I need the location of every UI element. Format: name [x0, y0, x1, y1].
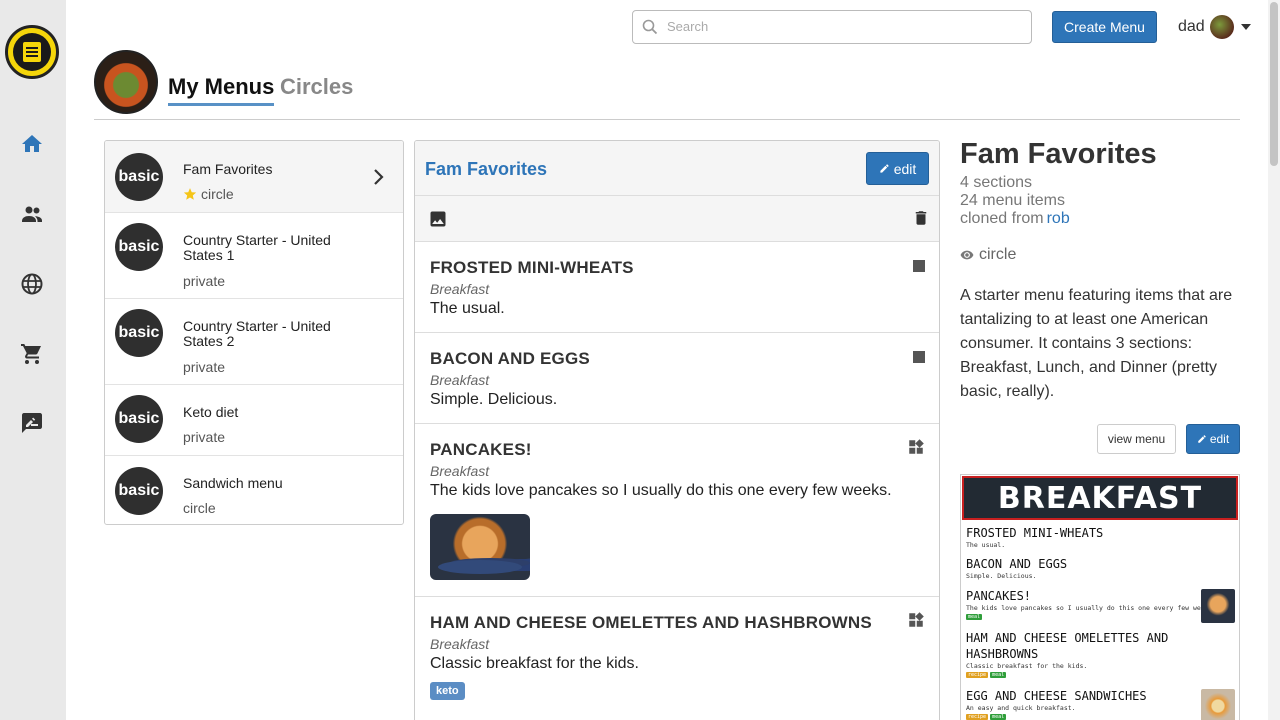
item-name: FROSTED MINI-WHEATS [430, 258, 634, 277]
item-name: PANCAKES! [430, 440, 532, 459]
menu-badge: basic [115, 395, 163, 443]
caret-down-icon [1240, 24, 1251, 30]
item-description: Simple. Delicious. [430, 391, 558, 408]
menu-visibility: private [183, 429, 226, 445]
menu-visibility: private [183, 273, 226, 289]
menu-visibility: circle [183, 186, 234, 202]
item-section: Breakfast [430, 463, 490, 479]
tab-my-menus[interactable]: My Menus [168, 74, 275, 106]
preview-item: EGG AND CHEESE SANDWICHES An easy and qu… [966, 689, 1147, 720]
menu-name: Fam Favorites [183, 161, 273, 177]
menu-name: Country Starter - United States 2 [183, 318, 331, 349]
people-icon[interactable] [18, 200, 46, 228]
menu-logo-icon[interactable] [5, 25, 59, 79]
menu-item[interactable]: PANCAKES! Breakfast The kids love pancak… [415, 424, 939, 597]
widgets-icon[interactable] [907, 611, 925, 634]
menu-badge: basic [115, 467, 163, 515]
menu-badge: basic [115, 153, 163, 201]
menu-badge: basic [115, 309, 163, 357]
page-scrollbar[interactable] [1268, 0, 1280, 720]
menu-item[interactable]: FROSTED MINI-WHEATS Breakfast The usual. [415, 242, 939, 333]
menu-name: Country Starter - United States 1 [183, 232, 331, 263]
menu-list: basic Fam Favorites circle basic Country… [104, 140, 404, 525]
preview-item: HAM AND CHEESE OMELETTES AND HASHBROWNS … [966, 631, 1169, 678]
rate-review-icon[interactable] [18, 409, 46, 437]
pencil-icon [1198, 435, 1206, 443]
item-section: Breakfast [430, 281, 490, 297]
menu-name: Sandwich menu [183, 475, 283, 491]
user-avatar [1209, 15, 1234, 39]
widgets-icon[interactable] [907, 438, 925, 461]
square-icon[interactable] [913, 259, 925, 277]
item-description: Classic breakfast for the kids. [430, 655, 639, 672]
visibility-status: circle [960, 246, 1016, 264]
eye-icon [960, 250, 974, 260]
user-menu[interactable]: dad [1178, 14, 1251, 40]
item-section: Breakfast [430, 372, 490, 388]
search-input[interactable] [667, 19, 1017, 34]
menu-list-item[interactable]: basic Country Starter - United States 1 … [105, 213, 403, 299]
preview-item: PANCAKES! The kids love pancakes so I us… [966, 589, 1217, 620]
menu-list-item[interactable]: basic Keto diet private [105, 385, 403, 456]
menu-preview[interactable]: BREAKFAST FROSTED MINI-WHEATS The usual.… [960, 474, 1240, 720]
item-section: Breakfast [430, 636, 490, 652]
menu-description: A starter menu featuring items that are … [960, 287, 1233, 400]
editor-toolbar [415, 196, 939, 242]
globe-icon[interactable] [18, 270, 46, 298]
square-icon[interactable] [913, 350, 925, 368]
image-icon[interactable] [428, 209, 448, 234]
item-description: The kids love pancakes so I usually do t… [430, 482, 892, 499]
edit-button[interactable]: edit [866, 152, 929, 185]
search-box[interactable] [632, 10, 1032, 44]
star-icon [183, 188, 197, 200]
item-name: HAM AND CHEESE OMELETTES AND HASHBROWNS [430, 613, 872, 632]
preview-sandwich-photo [1201, 689, 1235, 720]
editor-title[interactable]: Fam Favorites [425, 159, 547, 180]
preview-pancakes-photo [1201, 589, 1235, 623]
search-icon [642, 19, 658, 40]
menu-visibility: private [183, 359, 226, 375]
cloned-from: cloned from rob [960, 210, 1070, 227]
menu-item[interactable]: BACON AND EGGS Breakfast Simple. Delicio… [415, 333, 939, 424]
tag-keto: keto [430, 682, 465, 700]
menu-editor-panel: Fam Favorites edit FROSTED MINI-WHEATS B… [414, 140, 940, 720]
sections-count: 4 sections [960, 174, 1033, 191]
cloned-user-link[interactable]: rob [1047, 210, 1070, 227]
items-count: 24 menu items [960, 192, 1065, 209]
header-divider [94, 119, 1240, 120]
sidebar [0, 0, 66, 720]
trash-icon[interactable] [912, 208, 930, 233]
editor-header: Fam Favorites edit [415, 141, 939, 196]
menu-item[interactable]: HAM AND CHEESE OMELETTES AND HASHBROWNS … [415, 597, 939, 720]
menu-list-item[interactable]: basic Sandwich menu circle [105, 456, 403, 524]
details-title: Fam Favorites [960, 138, 1157, 170]
preview-item: FROSTED MINI-WHEATS The usual. [966, 526, 1104, 549]
preview-item: BACON AND EGGS Simple. Delicious. [966, 557, 1068, 580]
preview-banner: BREAKFAST [962, 476, 1238, 520]
profile-avatar [94, 50, 158, 114]
pencil-icon [880, 164, 889, 173]
menu-name: Keto diet [183, 404, 239, 420]
user-name: dad [1178, 18, 1205, 35]
preview-tag: meal [966, 614, 983, 620]
tab-circles[interactable]: Circles [280, 74, 353, 100]
cart-icon[interactable] [18, 340, 46, 368]
preview-tag: meal [990, 672, 1007, 678]
item-name: BACON AND EGGS [430, 349, 590, 368]
preview-tag: recipe [966, 714, 989, 720]
menu-list-item[interactable]: basic Fam Favorites circle [105, 141, 403, 213]
view-menu-button[interactable]: view menu [1097, 424, 1176, 454]
pancakes-photo [430, 514, 530, 580]
preview-tag: meal [990, 714, 1007, 720]
home-icon[interactable] [18, 130, 46, 158]
chevron-right-icon[interactable] [373, 168, 385, 191]
item-description: The usual. [430, 300, 505, 317]
menu-visibility: circle [183, 500, 216, 516]
preview-tag: recipe [966, 672, 989, 678]
menu-list-item[interactable]: basic Country Starter - United States 2 … [105, 299, 403, 385]
edit-details-button[interactable]: edit [1186, 424, 1240, 454]
menu-badge: basic [115, 223, 163, 271]
create-menu-button[interactable]: Create Menu [1052, 11, 1157, 43]
